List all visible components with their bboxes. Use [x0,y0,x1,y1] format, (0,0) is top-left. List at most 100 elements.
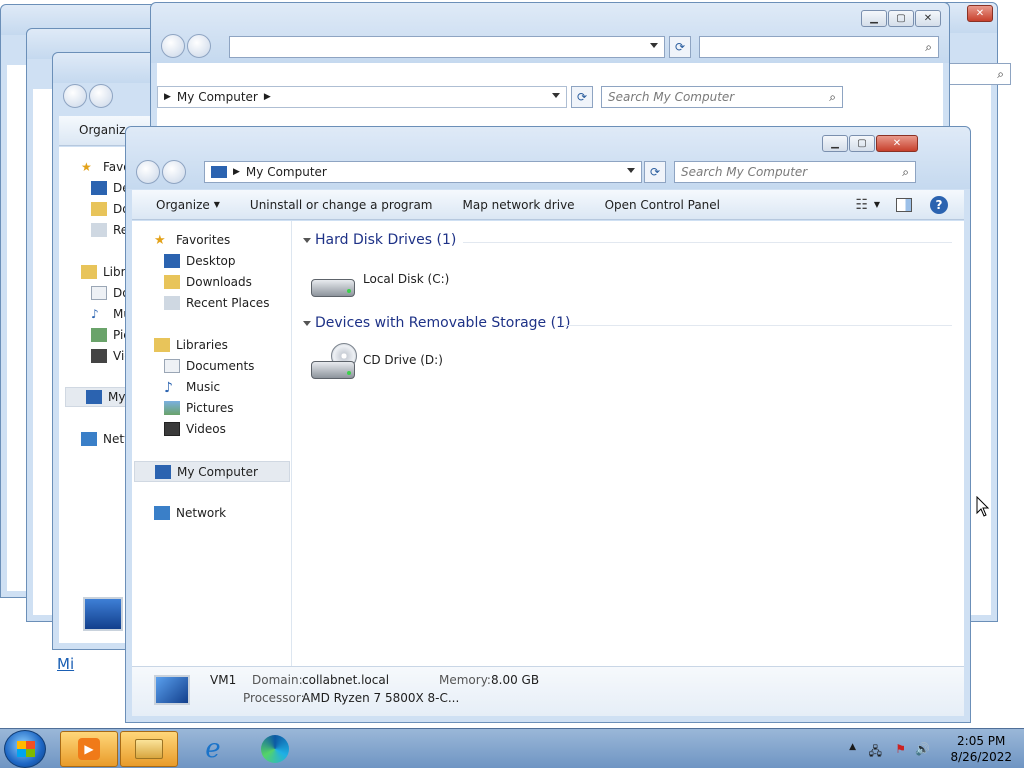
back-icon[interactable] [136,160,160,184]
ghost-top-address-bar[interactable] [229,36,665,58]
computer-icon [211,166,227,178]
map-network-drive-button[interactable]: Map network drive [463,198,575,212]
pictures-icon [91,328,107,342]
explorer-window: ▁ ▢ ✕ ▶ My Computer ⟳ Search My Computer… [125,126,971,723]
ghost-nav-recent[interactable]: Re [91,223,128,237]
nav-documents[interactable]: Documents [164,359,254,373]
back-icon[interactable] [63,84,87,108]
maximize-icon[interactable]: ▢ [888,10,914,27]
chevron-down-icon[interactable]: ▼ [874,200,880,209]
command-bar: Organize ▼ Uninstall or change a program… [132,190,964,220]
address-bar[interactable]: ▶ My Computer [204,161,642,183]
close-icon[interactable]: ✕ [876,135,918,152]
ghost-nav-documents[interactable]: Do [91,286,130,300]
mouse-cursor-icon [976,496,990,517]
internet-explorer-icon: e [205,734,221,764]
libraries-icon [154,338,170,352]
domain-value: collabnet.local [302,673,390,687]
computer-name: VM1 [210,673,237,687]
domain-label: Domain: [252,673,303,687]
taskbar-media-player[interactable]: ▶ [60,731,118,767]
nav-network[interactable]: Network [154,506,226,520]
close-icon[interactable]: ✕ [967,5,993,22]
edge-icon [261,735,289,763]
nav-music[interactable]: ♪ Music [164,380,220,396]
taskbar-explorer[interactable] [120,731,178,767]
search-icon: ⌕ [902,165,909,179]
forward-icon[interactable] [187,34,211,58]
search-icon: ⌕ [997,67,1004,81]
uninstall-program-button[interactable]: Uninstall or change a program [250,198,433,212]
refresh-icon[interactable]: ⟳ [669,36,691,58]
computer-icon [86,390,102,404]
clock-time: 2:05 PM [957,734,1006,748]
ghost-mid-search-field[interactable]: Search My Computer ⌕ [601,86,843,108]
ghost-right-caption-buttons: ✕ [967,5,993,22]
show-hidden-icons-icon[interactable]: ▲ [849,742,856,752]
address-text: My Computer [245,165,327,179]
refresh-icon[interactable]: ⟳ [644,161,666,183]
search-placeholder: Search My Computer [681,165,808,179]
group-divider [561,325,952,326]
maximize-icon[interactable]: ▢ [849,135,875,152]
nav-videos[interactable]: Videos [164,422,226,436]
ghost-nav-favorites[interactable]: ★ Favo [81,160,131,174]
close-icon[interactable]: ✕ [915,10,941,27]
minimize-icon[interactable]: ▁ [822,135,848,152]
navigation-pane: ★ Favorites Desktop Downloads Recent Plac… [132,221,292,666]
ghost-bottom-link[interactable]: Mi [57,655,74,673]
minimize-icon[interactable]: ▁ [861,10,887,27]
taskbar: ▶ e ▲ 🖧 ⚑ 🔊 2:05 PM 8/26/2022 [0,728,1024,768]
ghost-top-caption-buttons: ▁ ▢ ✕ [861,10,941,27]
recent-places-icon [91,223,107,237]
music-icon: ♪ [164,380,173,396]
ghost-nav-downloads[interactable]: Do [91,202,130,216]
breadcrumb-arrow-icon: ▶ [233,167,240,177]
taskbar-edge[interactable] [246,731,304,767]
refresh-icon[interactable]: ⟳ [571,86,593,108]
nav-pictures[interactable]: Pictures [164,401,234,415]
open-control-panel-button[interactable]: Open Control Panel [605,198,720,212]
ghost-top-search-field[interactable]: ⌕ [699,36,939,58]
network-icon [81,432,97,446]
drive-cd-d[interactable]: CD Drive (D:) [309,343,443,383]
nav-desktop[interactable]: Desktop [164,254,236,268]
videos-icon [91,349,107,363]
drive-local-disk-c[interactable]: Local Disk (C:) [309,265,449,305]
ghost-computer-icon [83,597,123,631]
recent-places-icon [164,296,180,310]
taskbar-ie[interactable]: e [184,731,242,767]
back-icon[interactable] [161,34,185,58]
documents-icon [164,359,180,373]
start-button[interactable] [4,730,46,768]
view-options-icon[interactable]: ☷ [855,197,868,213]
ghost-nav-desktop[interactable]: De [91,181,130,195]
ghost-nav-network[interactable]: Netv [81,432,131,446]
dropdown-arrow-icon [650,43,658,48]
nav-favorites[interactable]: ★ Favorites [154,233,230,248]
search-icon: ⌕ [925,40,932,54]
group-header-hard-disks[interactable]: Hard Disk Drives (1) [302,232,456,248]
search-input[interactable]: Search My Computer ⌕ [674,161,916,183]
clock[interactable]: 2:05 PM 8/26/2022 [950,733,1012,765]
ghost-mid-address-bar[interactable]: ▶ My Computer ▶ [157,86,567,108]
group-header-removable[interactable]: Devices with Removable Storage (1) [302,315,570,331]
star-icon: ★ [81,160,92,174]
forward-icon[interactable] [89,84,113,108]
dropdown-arrow-icon[interactable] [627,168,635,173]
group-divider [463,242,952,243]
memory-label: Memory: [439,673,491,687]
organize-button[interactable]: Organize [156,198,210,212]
nav-my-computer[interactable]: My Computer [134,461,290,482]
processor-value: AMD Ryzen 7 5800X 8-C... [302,691,460,705]
nav-libraries[interactable]: Libraries [154,338,228,352]
action-center-icon[interactable]: ⚑ [895,742,906,756]
nav-downloads[interactable]: Downloads [164,275,252,289]
preview-pane-icon[interactable] [896,197,912,212]
network-tray-icon[interactable]: 🖧 [869,742,882,763]
volume-icon[interactable]: 🔊 [915,742,930,756]
nav-recent-places[interactable]: Recent Places [164,296,269,310]
dropdown-arrow-icon [552,93,560,98]
forward-icon[interactable] [162,160,186,184]
help-icon[interactable]: ? [930,195,948,214]
